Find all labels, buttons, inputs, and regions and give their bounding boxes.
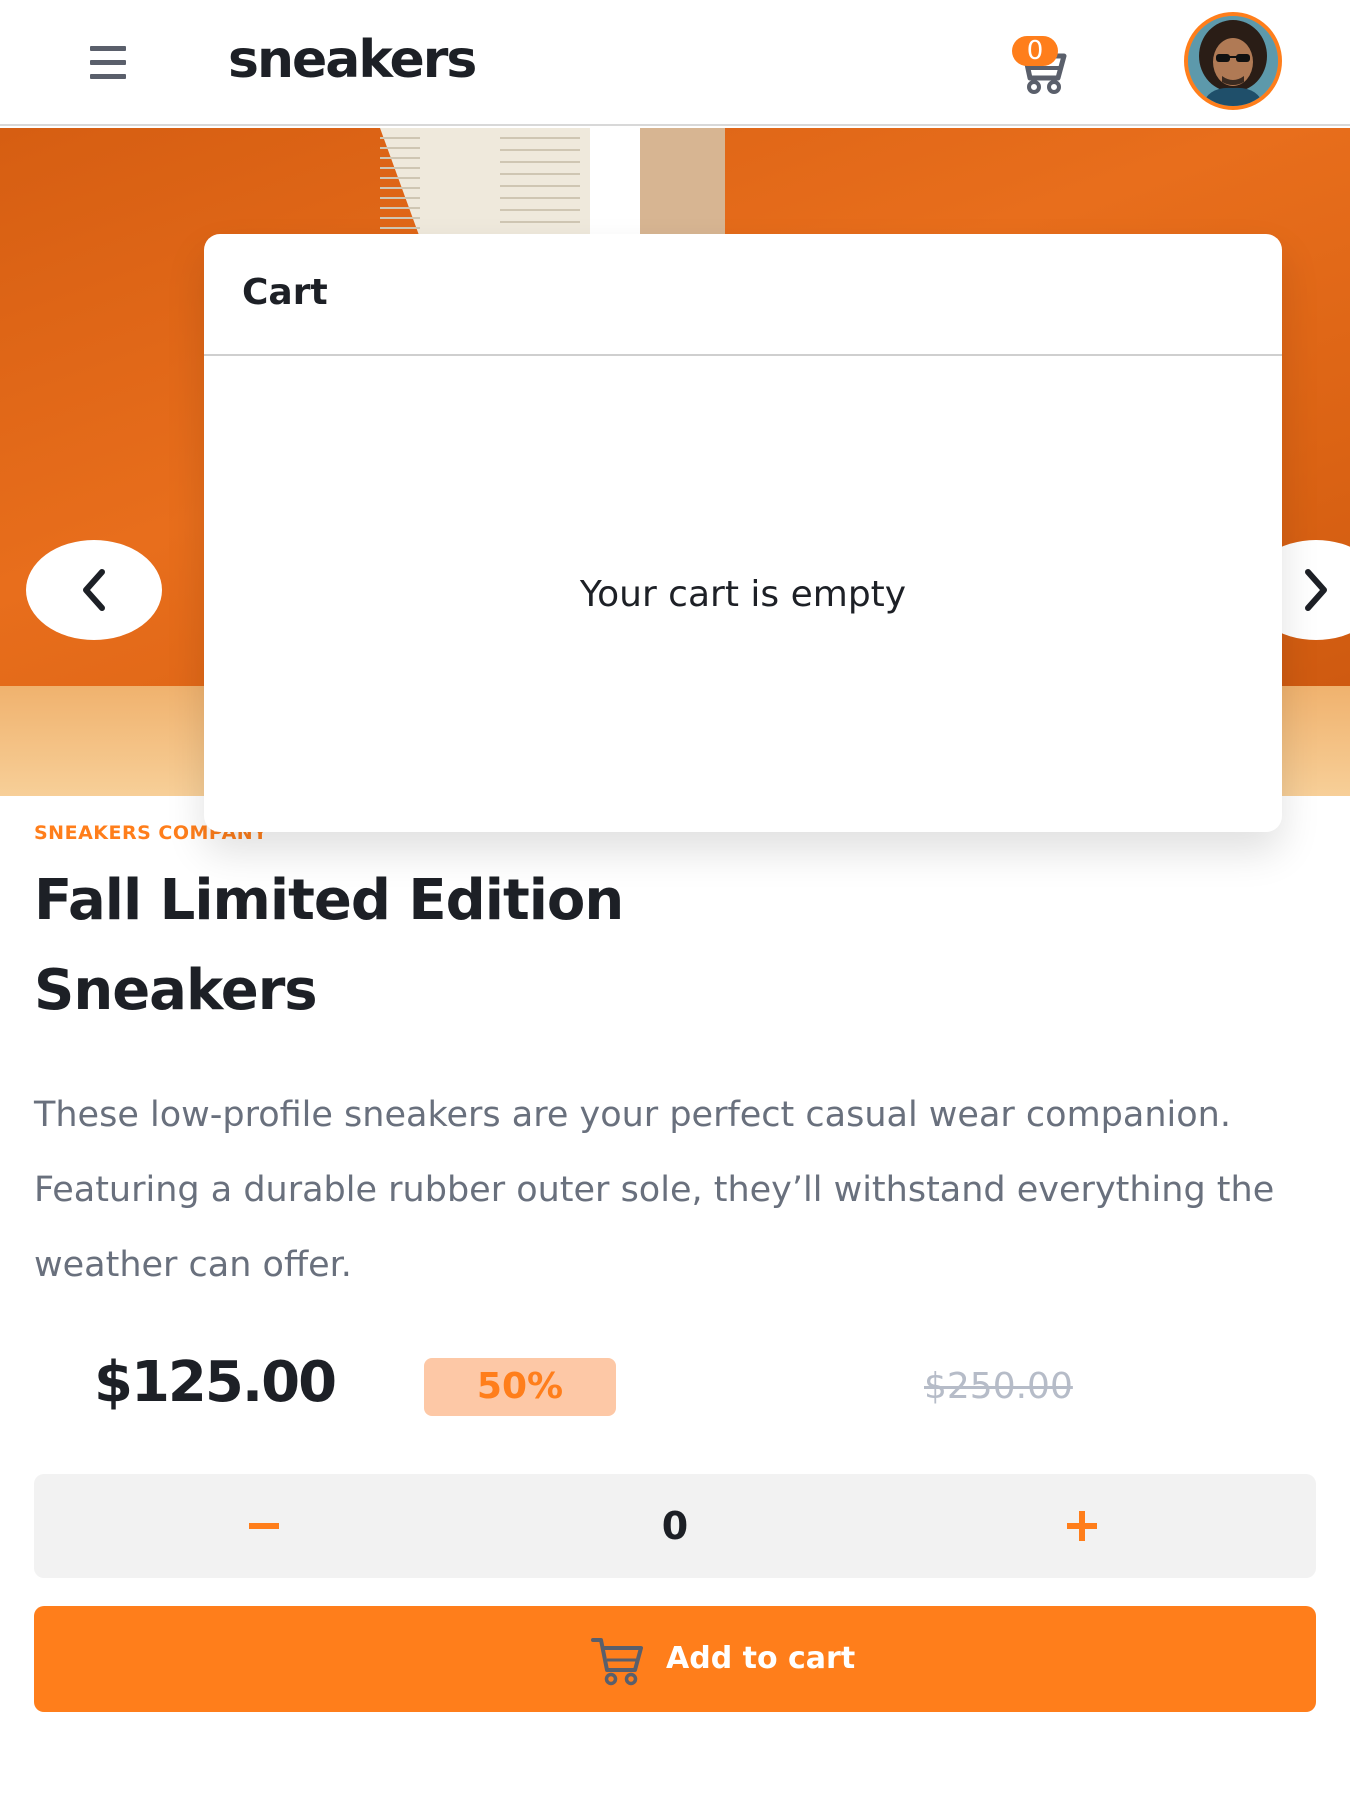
cart-popup: Cart Your cart is empty	[204, 234, 1282, 832]
cart-empty-message: Your cart is empty	[579, 574, 907, 615]
site-header: sneakers 0	[0, 0, 1350, 126]
product-title: Fall Limited Edition Sneakers	[34, 868, 624, 1023]
cart-title: Cart	[242, 272, 328, 313]
product-description: These low-profile sneakers are your perf…	[34, 1095, 1275, 1285]
quantity-value: 0	[661, 1504, 689, 1548]
original-price: $250.00	[924, 1366, 1073, 1407]
add-to-cart-label: Add to cart	[666, 1641, 856, 1676]
current-price: $125.00	[94, 1350, 337, 1415]
avatar[interactable]	[1184, 12, 1282, 110]
discount-badge: 50%	[424, 1358, 616, 1416]
cart-count-badge: 0	[1012, 36, 1058, 66]
shoe-image	[380, 128, 725, 238]
avatar-image	[1188, 16, 1278, 106]
hamburger-icon[interactable]	[90, 46, 126, 80]
quantity-stepper: 0	[34, 1474, 1316, 1578]
chevron-left-icon	[83, 569, 105, 611]
logo[interactable]: sneakers	[228, 30, 477, 90]
add-to-cart-button[interactable]: Add to cart	[34, 1606, 1316, 1712]
plus-icon[interactable]	[1052, 1496, 1112, 1556]
gallery-prev-button[interactable]	[26, 540, 162, 640]
cart-icon	[591, 1638, 643, 1686]
cart-divider	[204, 354, 1282, 356]
minus-icon[interactable]	[234, 1496, 294, 1556]
